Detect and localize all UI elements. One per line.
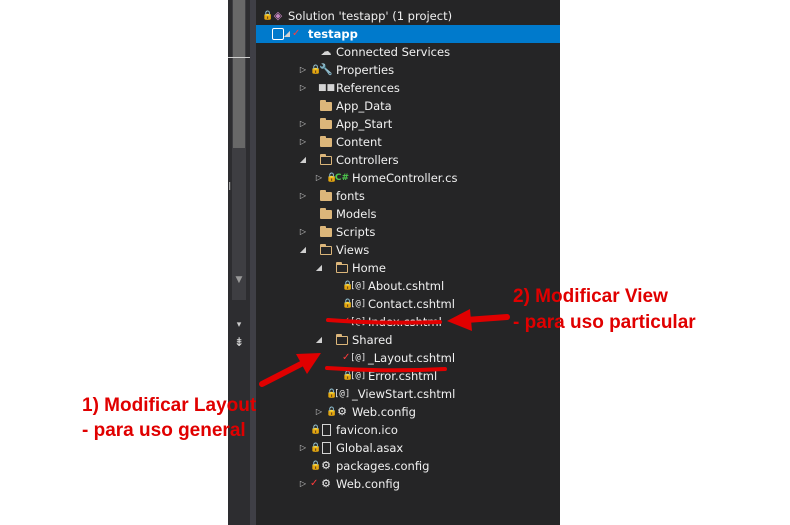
layout-annotation-title: 1) Modificar Layout xyxy=(82,395,257,416)
view-annotation-title: 2) Modificar View xyxy=(513,286,668,307)
layout-arrow-shaft xyxy=(259,360,306,387)
view-arrowhead-icon xyxy=(447,309,472,331)
index-underline xyxy=(326,318,442,325)
view-arrow-shaft xyxy=(463,314,510,323)
layout-underline xyxy=(325,366,447,373)
layout-annotation-subtitle: - para uso general xyxy=(82,420,246,441)
annotation-overlay xyxy=(259,309,510,387)
view-annotation-subtitle: - para uso particular xyxy=(513,312,696,333)
